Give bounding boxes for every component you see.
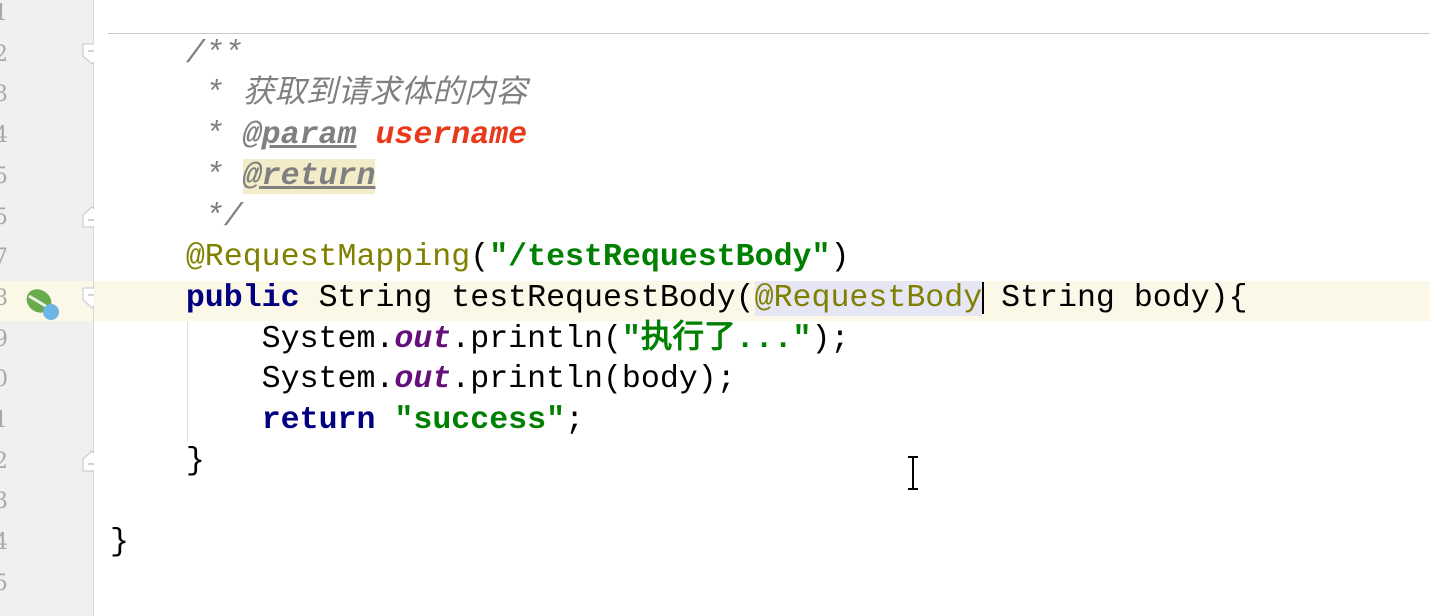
code-line[interactable]: @RequestMapping("/testRequestBody")	[110, 237, 850, 278]
line-number: 1	[0, 1, 8, 26]
editor-gutter: 1 2 3 4 5 5 7 8 9 0 1 2 3 4 5	[0, 0, 102, 616]
line-number: 1	[0, 408, 8, 433]
line-number: 9	[0, 326, 8, 352]
code-token: (	[470, 240, 490, 276]
code-token: 获取到请求体的内容	[242, 77, 528, 113]
code-line[interactable]: * @param username	[110, 115, 527, 156]
code-line[interactable]: }	[110, 441, 205, 482]
line-number: 3	[0, 489, 8, 515]
text-cursor-icon	[905, 455, 921, 496]
code-line[interactable]: System.out.println("执行了...");	[110, 319, 850, 360]
line-number: 5	[0, 570, 8, 596]
line-number: 4	[0, 530, 8, 556]
code-token: @param	[242, 118, 357, 154]
code-line[interactable]: public String testRequestBody(@RequestBo…	[110, 278, 1248, 319]
code-token: )	[830, 240, 850, 276]
line-number: 4	[0, 123, 8, 149]
code-token: );	[811, 321, 850, 357]
line-number: 0	[0, 367, 8, 393]
code-line[interactable]: System.out.println(body);	[110, 359, 736, 400]
code-line[interactable]: return "success";	[110, 400, 584, 441]
line-number: 5	[0, 163, 8, 189]
code-token: out	[394, 321, 452, 357]
code-token: .println(body);	[451, 362, 736, 398]
line-number: 5	[0, 204, 8, 230]
line-number: 7	[0, 245, 8, 271]
code-token: return	[261, 403, 376, 438]
code-token: }	[110, 443, 205, 479]
code-line[interactable]: /**	[110, 34, 243, 75]
code-token: /**	[110, 36, 243, 72]
code-token: public	[185, 280, 300, 316]
code-token: ;	[565, 403, 585, 438]
code-token: System.	[110, 362, 395, 398]
code-token: "success"	[394, 403, 566, 438]
code-token: "/testRequestBody"	[489, 240, 831, 276]
code-token: "执行了..."	[621, 321, 812, 357]
code-line[interactable]: */	[110, 197, 243, 238]
code-token: *	[110, 158, 243, 194]
code-token: username	[375, 118, 528, 154]
code-token: */	[110, 199, 243, 235]
code-token: @RequestBody	[754, 280, 983, 316]
line-number: 2	[0, 448, 8, 474]
code-line[interactable]: }	[110, 522, 129, 563]
code-token: @return	[242, 158, 376, 194]
code-token: }	[110, 525, 129, 561]
line-number: 8	[0, 285, 8, 311]
line-number: 3	[0, 82, 8, 108]
code-token: String testRequestBody(	[299, 280, 755, 316]
code-line[interactable]: * 获取到请求体的内容	[110, 74, 527, 115]
spring-bean-icon[interactable]	[24, 286, 62, 327]
code-token: @RequestMapping	[110, 240, 471, 276]
method-separator	[108, 33, 1430, 34]
code-token: System.	[110, 321, 395, 357]
line-number: 2	[0, 41, 8, 67]
code-token: out	[394, 362, 452, 398]
code-line[interactable]: * @return	[110, 156, 376, 197]
code-token: *	[110, 118, 243, 154]
code-token: String body){	[982, 280, 1248, 316]
code-token: .println(	[451, 321, 622, 357]
code-token: *	[110, 77, 243, 113]
